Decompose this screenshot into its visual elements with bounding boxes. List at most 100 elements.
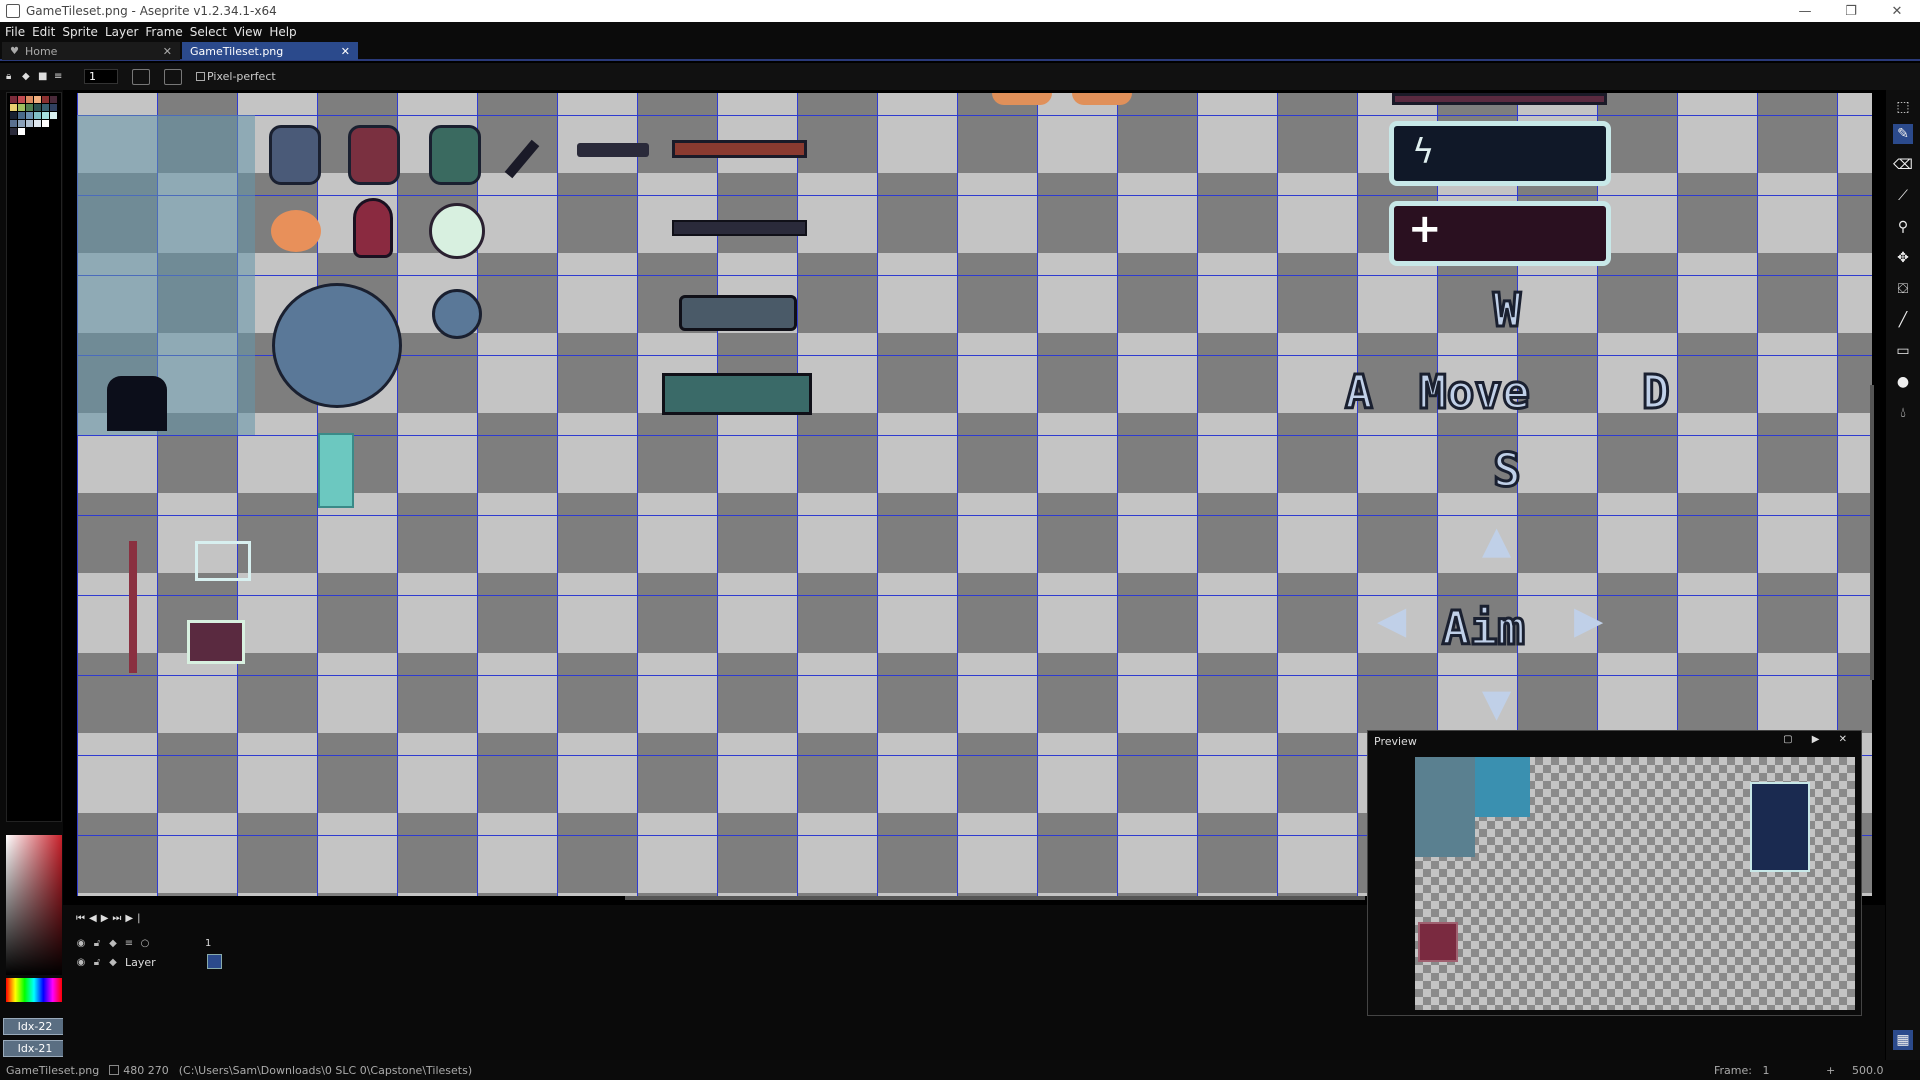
- zoom-in-icon[interactable]: +: [1826, 1064, 1835, 1077]
- arrow-down-icon: ▼: [1482, 681, 1512, 725]
- palette-panel: Idx-22 Idx-21: [0, 90, 67, 1060]
- title-bar: GameTileset.png - Aseprite v1.2.34.1-x64…: [0, 0, 1920, 22]
- layer-row[interactable]: ◉ 🔓︎ ◆ Layer: [73, 953, 228, 971]
- eraser-icon[interactable]: ⌫: [1893, 155, 1913, 175]
- blue-barrel-sprite: [269, 125, 321, 185]
- pencil-icon[interactable]: ✎: [1893, 124, 1913, 144]
- lamp-post-sprite: [129, 541, 137, 673]
- brush-menu-icon[interactable]: ≡: [54, 71, 66, 83]
- blur-icon[interactable]: 💧︎: [1893, 403, 1913, 423]
- lock-icon[interactable]: 🔓︎: [89, 957, 105, 968]
- opacity-icon[interactable]: [164, 68, 182, 85]
- preview-window[interactable]: Preview ▢ ▶ ✕: [1367, 730, 1862, 1016]
- menu-view[interactable]: View: [234, 25, 262, 39]
- menu-bar: File Edit Sprite Layer Frame Select View…: [0, 22, 1920, 41]
- hue-slider[interactable]: [6, 978, 62, 1002]
- onion-skin-icon[interactable]: ○: [137, 938, 153, 949]
- eyedropper-icon[interactable]: ⟋: [1893, 186, 1913, 206]
- tab-file-label: GameTileset.png: [190, 44, 284, 58]
- minimize-button[interactable]: —: [1782, 0, 1828, 22]
- tab-home[interactable]: ♥ Home ✕: [2, 42, 180, 60]
- launcher-sprite: [679, 295, 797, 331]
- status-bar: GameTileset.png 480 270 (C:\Users\Sam\Do…: [0, 1060, 1920, 1080]
- shotgun-sprite: [577, 143, 649, 157]
- energy-bar-sprite: ϟ: [1389, 121, 1611, 186]
- menu-file[interactable]: File: [5, 25, 25, 39]
- pixel-perfect-checkbox[interactable]: [196, 72, 205, 81]
- rectangle-marquee-icon[interactable]: ⬚: [1893, 97, 1913, 117]
- canvas-size-icon: [109, 1065, 120, 1075]
- tab-gametileset[interactable]: GameTileset.png ✕: [182, 42, 358, 60]
- eye-icon[interactable]: ◉: [73, 957, 89, 968]
- move-icon[interactable]: ✥: [1893, 248, 1913, 268]
- pixel-glyph-sprite: [195, 541, 251, 581]
- menu-frame[interactable]: Frame: [145, 25, 182, 39]
- lightning-icon: ϟ: [1412, 132, 1435, 172]
- cel-frame-1[interactable]: [207, 954, 222, 969]
- brush-shape-icon[interactable]: ■: [38, 71, 50, 83]
- arrow-left-icon: ◀: [1377, 598, 1407, 642]
- photo-frame-sprite: [187, 620, 245, 664]
- playback-controls[interactable]: ⏮◀▶⏭▶|: [76, 913, 144, 924]
- heart-icon: ♥: [10, 45, 19, 57]
- orange-blob-sprite: [271, 210, 321, 252]
- small-stone-sprite: [432, 289, 482, 339]
- timeline-header: ◉ 🔓︎ ◆ ≡ ○ 1: [73, 934, 228, 952]
- aseprite-icon: [6, 4, 20, 18]
- menu-select[interactable]: Select: [190, 25, 227, 39]
- assault-rifle-sprite: [672, 220, 807, 236]
- color-palette[interactable]: [6, 92, 62, 822]
- background-color-button[interactable]: Idx-21: [3, 1040, 67, 1057]
- zoom-level[interactable]: 500.0: [1852, 1064, 1884, 1077]
- frame-number-header[interactable]: 1: [205, 938, 211, 949]
- top-bar-sprite: [1392, 93, 1607, 105]
- menu-layer[interactable]: Layer: [105, 25, 138, 39]
- key-d-label: D: [1641, 364, 1672, 421]
- menu-help[interactable]: Help: [269, 25, 296, 39]
- zoom-icon[interactable]: ⚲: [1893, 217, 1913, 237]
- eye-icon[interactable]: ◉: [73, 938, 89, 949]
- color-spectrum[interactable]: [6, 835, 62, 975]
- status-path: (C:\Users\Sam\Downloads\0 SLC 0\Capstone…: [178, 1063, 473, 1077]
- layer-menu-icon[interactable]: ≡: [121, 938, 137, 949]
- green-barrel-sprite: [429, 125, 481, 185]
- close-tab-icon[interactable]: ✕: [163, 45, 172, 58]
- timeline-toggle-icon[interactable]: ▦: [1893, 1030, 1913, 1050]
- tools-panel: ⬚ ✎ ⌫ ⟋ ⚲ ✥ ⛋ ╱ ▭ ● 💧︎ ▦: [1886, 90, 1920, 1060]
- layer-name[interactable]: Layer: [125, 956, 156, 969]
- frame-value[interactable]: 1: [1762, 1064, 1769, 1077]
- menu-edit[interactable]: Edit: [32, 25, 55, 39]
- lock-icon[interactable]: 🔒︎: [6, 71, 18, 83]
- key-s-label: S: [1492, 442, 1523, 499]
- rectangle-icon[interactable]: ▭: [1893, 341, 1913, 361]
- horizontal-scrollbar[interactable]: [625, 896, 1365, 900]
- plus-icon: +: [1408, 206, 1442, 252]
- contour-icon[interactable]: ●: [1893, 372, 1913, 392]
- tabs-bar: ♥ Home ✕ GameTileset.png ✕: [0, 41, 1920, 61]
- lock-icon[interactable]: 🔓︎: [89, 938, 105, 949]
- health-bar-sprite: +: [1389, 201, 1611, 266]
- brush-type-icon[interactable]: ◆: [22, 71, 34, 83]
- preview-window-buttons[interactable]: ▢ ▶ ✕: [1783, 734, 1855, 745]
- ink-icon[interactable]: [132, 68, 150, 85]
- target-sprite: [429, 203, 485, 259]
- window-title: GameTileset.png - Aseprite v1.2.34.1-x64: [26, 4, 277, 18]
- orange-top-sprite: [1072, 93, 1132, 105]
- menu-sprite[interactable]: Sprite: [62, 25, 98, 39]
- continuous-icon[interactable]: ◆: [105, 957, 121, 968]
- key-w-label: W: [1492, 282, 1523, 339]
- teal-pillar-sprite: [318, 433, 354, 508]
- continuous-icon[interactable]: ◆: [105, 938, 121, 949]
- foreground-color-button[interactable]: Idx-22: [3, 1018, 67, 1035]
- preview-image: [1415, 757, 1855, 1010]
- close-window-button[interactable]: ✕: [1874, 0, 1920, 22]
- aim-label: Aim: [1441, 600, 1527, 657]
- red-barrel-sprite: [348, 125, 400, 185]
- vertical-scrollbar[interactable]: [1870, 385, 1874, 680]
- paint-bucket-icon[interactable]: ⛋: [1893, 279, 1913, 299]
- brush-size-input[interactable]: 1: [84, 69, 118, 84]
- maximize-button[interactable]: ❐: [1828, 0, 1874, 22]
- close-tab-icon[interactable]: ✕: [341, 45, 350, 58]
- line-icon[interactable]: ╱: [1893, 310, 1913, 330]
- frame-label: Frame: 1: [1714, 1063, 1770, 1077]
